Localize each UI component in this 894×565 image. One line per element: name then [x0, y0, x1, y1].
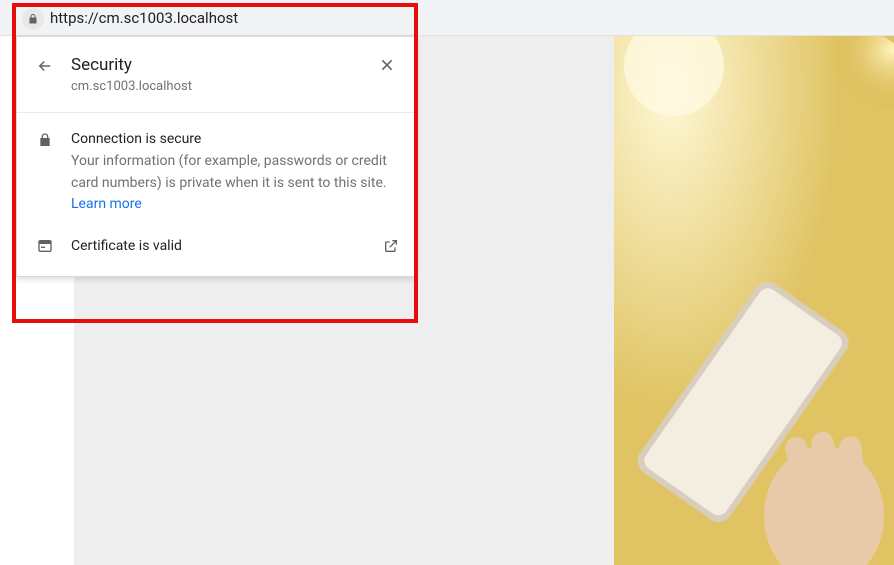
- external-link-icon: [383, 238, 399, 254]
- lock-icon: [33, 131, 57, 216]
- connection-title: Connection is secure: [71, 131, 399, 147]
- certificate-icon: [33, 238, 57, 254]
- popover-header: Security cm.sc1003.localhost: [17, 37, 415, 113]
- back-arrow-icon[interactable]: [33, 55, 57, 75]
- lock-icon[interactable]: [22, 8, 44, 30]
- learn-more-link[interactable]: Learn more: [71, 196, 142, 212]
- connection-description: Your information (for example, passwords…: [71, 151, 399, 216]
- hero-image: [614, 36, 894, 565]
- address-bar[interactable]: https://cm.sc1003.localhost: [0, 0, 894, 36]
- certificate-row[interactable]: Certificate is valid: [17, 216, 415, 276]
- certificate-label: Certificate is valid: [71, 238, 383, 254]
- connection-section: Connection is secure Your information (f…: [17, 113, 415, 216]
- close-icon[interactable]: [375, 55, 399, 73]
- address-bar-url[interactable]: https://cm.sc1003.localhost: [50, 9, 238, 27]
- popover-subtitle: cm.sc1003.localhost: [71, 79, 375, 94]
- security-popover: Security cm.sc1003.localhost Connection …: [16, 36, 416, 277]
- popover-title: Security: [71, 55, 375, 75]
